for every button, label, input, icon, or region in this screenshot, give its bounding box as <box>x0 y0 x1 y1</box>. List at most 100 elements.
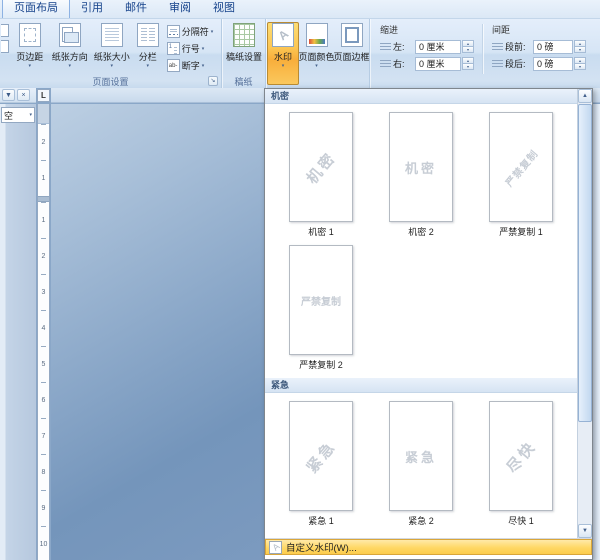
gallery-section-header: 机密 <box>265 89 577 104</box>
pane-close-button[interactable]: × <box>17 89 30 101</box>
style-box[interactable]: 空 ▾ <box>1 107 35 123</box>
watermark-caption: 机密 2 <box>408 225 434 238</box>
watermark-option-jimi-2[interactable]: 机密 机密 2 <box>371 108 471 241</box>
ruler-mark: 9 <box>38 490 49 526</box>
watermark-preview-text: 严禁复制 <box>301 293 341 308</box>
watermark-option-jimi-1[interactable]: 机密 机密 1 <box>271 108 371 241</box>
group-label-grid-paper: 稿纸 <box>234 75 252 88</box>
ribbon-tab-bar: 页面布局 引用 邮件 审阅 视图 <box>0 0 600 18</box>
watermark-preview-text: 机密 <box>405 158 437 177</box>
watermark-option-asap-1[interactable]: 尽快 尽快 1 <box>471 397 571 530</box>
watermark-option-jinji-2[interactable]: 紧急 紧急 2 <box>371 397 471 530</box>
watermark-option-do-not-copy-2[interactable]: 严禁复制 严禁复制 2 <box>271 241 371 374</box>
spacing-label: 间距 <box>492 23 586 36</box>
document-scrollbar[interactable] <box>592 104 600 560</box>
word-window: 页面布局 引用 邮件 审阅 视图 页边距 ▾ 纸张方向 <box>0 0 600 560</box>
spacing-before-field[interactable]: 0 磅 <box>533 40 573 54</box>
chevron-down-icon: ▾ <box>202 64 205 69</box>
clipped-ribbon-button[interactable] <box>1 22 10 53</box>
indent-left-field[interactable]: 0 厘米 <box>415 40 461 54</box>
indent-left-spin-down[interactable]: ▾ <box>462 46 474 53</box>
columns-icon <box>137 23 159 47</box>
vertical-ruler: 2 1 1 2 3 4 5 6 7 8 9 10 <box>37 104 50 560</box>
side-pane: 空 ▾ <box>0 104 36 560</box>
gallery-scrollbar[interactable]: ▲ ▼ <box>577 89 592 538</box>
scroll-down-button[interactable]: ▼ <box>578 524 592 538</box>
indent-right-caption: 右: <box>393 57 415 70</box>
indent-right-icon <box>380 58 391 69</box>
line-numbers-button[interactable]: 行号 ▾ <box>165 40 221 57</box>
watermark-caption: 严禁复制 1 <box>499 225 543 238</box>
page-setup-dialog-launcher[interactable]: ↘ <box>208 76 218 86</box>
watermark-preview-text: 严禁复制 <box>501 145 541 188</box>
pane-dropdown-button[interactable]: ▼ <box>2 89 15 101</box>
group-paragraph: 缩进 左: 0 厘米 ▴ ▾ 右: 0 厘米 ▴ ▾ <box>370 19 600 88</box>
watermark-caption: 紧急 2 <box>408 514 434 527</box>
watermark-option-jinji-1[interactable]: 紧急 紧急 1 <box>271 397 371 530</box>
watermark-thumbnail: 尽快 <box>489 401 553 511</box>
chevron-down-icon: ▾ <box>28 64 31 69</box>
indent-right-field[interactable]: 0 厘米 <box>415 57 461 71</box>
spacing-after-icon <box>492 58 503 69</box>
ruler-margin-zone <box>38 104 49 124</box>
spacing-after-field[interactable]: 0 磅 <box>533 57 573 71</box>
watermark-option-do-not-copy-1[interactable]: 严禁复制 严禁复制 1 <box>471 108 571 241</box>
tab-mailings[interactable]: 邮件 <box>114 0 158 18</box>
document-workspace: ▼ × L 空 ▾ 2 1 1 2 3 4 5 6 7 8 9 10 <box>0 88 600 560</box>
scrollbar-thumb[interactable] <box>578 104 592 422</box>
breaks-button[interactable]: 分隔符 ▾ <box>165 23 221 40</box>
ruler-mark: 10 <box>38 526 49 560</box>
watermark-preview-text: 紧急 <box>301 435 340 476</box>
divider <box>482 24 483 74</box>
page-borders-button[interactable]: 页面边框 <box>334 22 369 76</box>
chevron-down-icon: ▾ <box>110 64 113 69</box>
pane-header: ▼ × <box>0 88 36 103</box>
line-numbers-icon <box>167 42 180 55</box>
spacing-before-spin-down[interactable]: ▾ <box>574 46 586 53</box>
margins-button[interactable]: 页边距 ▾ <box>11 22 49 76</box>
columns-button[interactable]: 分栏 ▾ <box>133 22 163 76</box>
ruler-mark: 1 <box>38 202 49 238</box>
watermark-thumbnail: 严禁复制 <box>489 112 553 222</box>
tab-stop-selector[interactable]: L <box>37 89 50 102</box>
chevron-down-icon: ▾ <box>146 64 149 69</box>
margins-icon <box>19 23 41 47</box>
chevron-down-icon: ▾ <box>68 64 71 69</box>
watermark-thumbnail: 严禁复制 <box>289 245 353 355</box>
watermark-thumbnail: 机密 <box>389 112 453 222</box>
grid-settings-button[interactable]: 稿纸设置 <box>223 22 265 76</box>
watermark-icon <box>272 23 294 47</box>
ruler-mark: 1 <box>38 160 49 196</box>
chevron-down-icon: ▾ <box>315 64 318 69</box>
group-grid-paper: 稿纸设置 稿纸 <box>222 19 266 88</box>
page-color-icon <box>306 23 328 47</box>
page-borders-icon <box>341 23 363 47</box>
paper-size-button[interactable]: 纸张大小 ▾ <box>91 22 133 76</box>
watermark-button[interactable]: 水印 ▾ <box>267 22 299 85</box>
scroll-up-button[interactable]: ▲ <box>578 89 592 103</box>
tab-review[interactable]: 审阅 <box>158 0 202 18</box>
custom-watermark-icon <box>269 541 282 554</box>
custom-watermark-menu-item[interactable]: 自定义水印(W)... <box>265 539 592 555</box>
ruler-mark: 8 <box>38 454 49 490</box>
spacing-before-caption: 段前: <box>505 40 533 53</box>
tab-page-layout[interactable]: 页面布局 <box>2 0 70 18</box>
ruler-mark: 5 <box>38 346 49 382</box>
custom-watermark-label: 自定义水印(W)... <box>286 540 357 554</box>
indent-left-caption: 左: <box>393 40 415 53</box>
group-page-setup: 页边距 ▾ 纸张方向 ▾ 纸张大小 ▾ 分栏 ▾ <box>0 19 222 88</box>
watermark-preview-text: 紧急 <box>405 447 437 466</box>
chevron-down-icon: ▾ <box>29 112 32 118</box>
paper-size-icon <box>101 23 123 47</box>
tab-view[interactable]: 视图 <box>202 0 246 18</box>
tab-references[interactable]: 引用 <box>70 0 114 18</box>
ruler-mark: 2 <box>38 124 49 160</box>
page-color-button[interactable]: 页面颜色 ▾ <box>299 22 334 76</box>
hyphenation-button[interactable]: 断字 ▾ <box>165 57 221 74</box>
gallery-section-header: 紧急 <box>265 378 577 393</box>
ruler-mark: 4 <box>38 310 49 346</box>
orientation-button[interactable]: 纸张方向 ▾ <box>49 22 91 76</box>
indent-right-spin-down[interactable]: ▾ <box>462 63 474 70</box>
ruler-mark: 6 <box>38 382 49 418</box>
spacing-after-spin-down[interactable]: ▾ <box>574 63 586 70</box>
